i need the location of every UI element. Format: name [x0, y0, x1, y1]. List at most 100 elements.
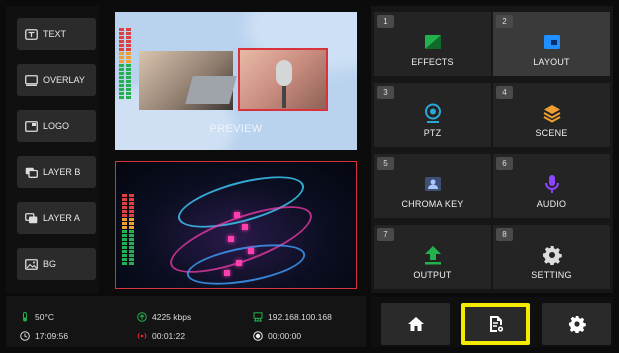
audio-meter-segment [119, 40, 124, 43]
audio-meter-segment [129, 246, 134, 249]
menu-tile-audio[interactable]: 6 AUDIO [493, 154, 610, 218]
menu-tile-setting[interactable]: 8 SETTING [493, 225, 610, 289]
audio-meter-segment [119, 96, 124, 99]
tile-label: SCENE [535, 128, 568, 138]
audio-meter-segment [126, 40, 131, 43]
tile-label: LAYOUT [533, 57, 570, 67]
audio-meter-segment [119, 84, 124, 87]
menu-tile-layout[interactable]: 2 LAYOUT [493, 12, 610, 76]
settings-button[interactable] [542, 303, 611, 345]
audio-meter-column [129, 194, 134, 265]
audio-meter-segment [126, 72, 131, 75]
audio-meter-column [122, 194, 127, 265]
audio-meter-segment [126, 96, 131, 99]
audio-meter-segment [122, 262, 127, 265]
audio-meter-segment [129, 222, 134, 225]
source-button-label: OVERLAY [43, 75, 85, 85]
audio-meter-segment [119, 92, 124, 95]
audio-meter-segment [126, 76, 131, 79]
audio-meter-segment [122, 246, 127, 249]
menu-tile-ptz[interactable]: 3 PTZ [374, 83, 491, 147]
menu-tile-effects[interactable]: 1 EFFECTS [374, 12, 491, 76]
audio-meter-segment [126, 32, 131, 35]
gear-icon [542, 245, 562, 265]
source-button-layer-b[interactable]: LAYER B [17, 156, 96, 188]
audio-meter-segment [119, 44, 124, 47]
audio-meter-segment [119, 48, 124, 51]
audio-meter-segment [126, 36, 131, 39]
network-icon [253, 312, 263, 322]
temperature-value: 50°C [35, 312, 54, 322]
source-button-overlay[interactable]: OVERLAY [17, 64, 96, 96]
program-monitor[interactable] [115, 161, 357, 289]
audio-meter-segment [122, 218, 127, 221]
audio-meter-segment [122, 198, 127, 201]
audio-meter-segment [122, 206, 127, 209]
source-button-label: TEXT [43, 29, 67, 39]
audio-meter-segment [126, 92, 131, 95]
menu-tile-scene[interactable]: 4 SCENE [493, 83, 610, 147]
bottom-navigation [371, 297, 613, 347]
menu-tile-chroma-key[interactable]: 5 CHROMA KEY [374, 154, 491, 218]
source-button-layer-a[interactable]: LAYER A [17, 202, 96, 234]
text-icon [25, 28, 38, 40]
tile-number: 3 [377, 86, 394, 99]
audio-meter-segment [122, 234, 127, 237]
function-menu-grid: 1 EFFECTS 2 LAYOUT 3 PTZ 4 SCENE 5 CHROM… [371, 6, 613, 293]
audio-meter-segment [129, 234, 134, 237]
clock-value: 17:09:56 [35, 331, 69, 341]
preview-layer-b-image [139, 51, 237, 110]
output-upload-icon [423, 245, 443, 265]
audio-meter-segment [126, 56, 131, 59]
tile-label: EFFECTS [411, 57, 454, 67]
source-button-bg[interactable]: BG [17, 248, 96, 280]
clock-status: 17:09:56 [20, 331, 68, 341]
source-button-label: LOGO [43, 121, 70, 131]
overlay-icon [25, 74, 38, 86]
image-icon [25, 258, 38, 270]
audio-meter-segment [119, 72, 124, 75]
source-button-text[interactable]: TEXT [17, 18, 96, 50]
audio-meter-segment [129, 238, 134, 241]
record-time-value: 00:00:00 [268, 331, 302, 341]
preview-layer-a-image [238, 48, 328, 111]
tile-number: 5 [377, 157, 394, 170]
tile-number: 1 [377, 15, 394, 28]
stream-status: 00:01:22 [137, 331, 185, 341]
audio-meter-segment [122, 194, 127, 197]
audio-meter-segment [129, 262, 134, 265]
home-button[interactable] [381, 303, 450, 345]
menu-tile-output[interactable]: 7 OUTPUT [374, 225, 491, 289]
microphone-icon [542, 174, 562, 194]
audio-meter-segment [129, 226, 134, 229]
program-pixel [224, 270, 230, 276]
bitrate-status: 4225 kbps [137, 312, 191, 322]
audio-meter-segment [122, 230, 127, 233]
audio-meter-segment [122, 214, 127, 217]
bitrate-value: 4225 kbps [152, 312, 192, 322]
layer-a-icon [25, 212, 38, 224]
audio-meter-segment [129, 218, 134, 221]
audio-meter-segment [129, 210, 134, 213]
audio-meter-segment [119, 76, 124, 79]
audio-meter-segment [119, 28, 124, 31]
audio-meter-segment [126, 28, 131, 31]
program-pixel [236, 260, 242, 266]
audio-meter-segment [122, 222, 127, 225]
tile-label: CHROMA KEY [401, 199, 464, 209]
preview-monitor[interactable]: PREVIEW [115, 12, 357, 150]
program-pixel [242, 224, 248, 230]
gear-icon [568, 315, 586, 333]
program-audio-meter [122, 194, 134, 265]
document-settings-button[interactable] [461, 303, 530, 345]
tile-label: AUDIO [536, 199, 567, 209]
program-pixel [228, 236, 234, 242]
tile-number: 8 [496, 228, 513, 241]
program-pixel [248, 248, 254, 254]
source-button-logo[interactable]: LOGO [17, 110, 96, 142]
audio-meter-segment [122, 254, 127, 257]
tile-number: 7 [377, 228, 394, 241]
video-switcher-screen: TEXT OVERLAY LOGO LAYER B LAYER A BG PRE… [0, 0, 619, 353]
audio-meter-segment [119, 36, 124, 39]
audio-meter-segment [122, 250, 127, 253]
